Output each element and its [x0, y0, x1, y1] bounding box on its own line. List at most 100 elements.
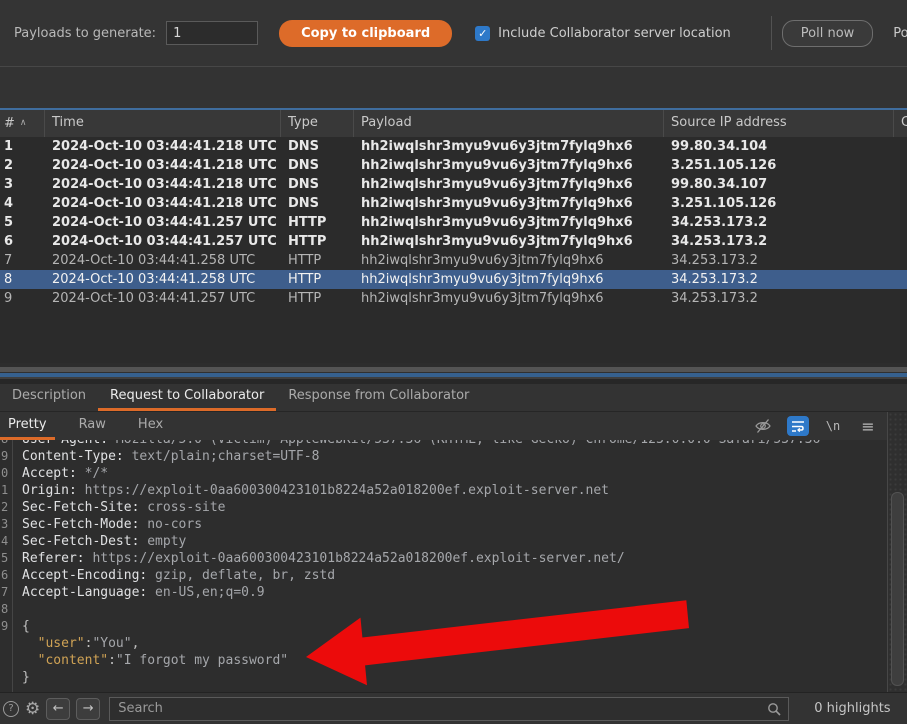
table-row[interactable]: 42024-Oct-10 03:44:41.218 UTCDNShh2iwqls…	[0, 194, 907, 213]
column-header-num[interactable]: #∧	[0, 110, 45, 137]
tab-pretty[interactable]: Pretty	[0, 413, 55, 440]
cell-ip: 99.80.34.104	[664, 137, 894, 156]
line-number: 2	[1, 499, 8, 516]
table-row[interactable]: 72024-Oct-10 03:44:41.258 UTCHTTPhh2iwql…	[0, 251, 907, 270]
editor-search-bar: ? ⚙ ← → 0 highlights	[0, 692, 907, 724]
cell-type: DNS	[281, 156, 354, 175]
cell-payload: hh2iwqlshr3myu9vu6y3jtm7fylq9hx6	[354, 270, 664, 289]
cell-payload: hh2iwqlshr3myu9vu6y3jtm7fylq9hx6	[354, 175, 664, 194]
cell-time: 2024-Oct-10 03:44:41.257 UTC	[45, 289, 281, 308]
include-server-location-checkbox[interactable]: ✓	[475, 26, 490, 41]
cell-num: 6	[0, 232, 45, 251]
scrollbar-thumb[interactable]	[891, 492, 904, 686]
table-row[interactable]: 32024-Oct-10 03:44:41.218 UTCDNShh2iwqls…	[0, 175, 907, 194]
code-line: 1Origin: https://exploit-0aa600300423101…	[0, 482, 887, 499]
cell-type: DNS	[281, 137, 354, 156]
table-row[interactable]: 22024-Oct-10 03:44:41.218 UTCDNShh2iwqls…	[0, 156, 907, 175]
request-editor[interactable]: 8User-Agent: Mozilla/5.0 (Victim) AppleW…	[0, 440, 887, 692]
cell-payload: hh2iwqlshr3myu9vu6y3jtm7fylq9hx6	[354, 156, 664, 175]
cell-num: 9	[0, 289, 45, 308]
line-number: 4	[1, 533, 8, 550]
sort-ascending-icon: ∧	[20, 118, 27, 128]
cell-type: HTTP	[281, 232, 354, 251]
detail-tab-bar: Description Request to Collaborator Resp…	[0, 384, 907, 412]
cell-num: 3	[0, 175, 45, 194]
code-lines: 8User-Agent: Mozilla/5.0 (Victim) AppleW…	[0, 440, 887, 686]
newline-toggle-icon[interactable]: \n	[822, 416, 844, 436]
cell-num: 8	[0, 270, 45, 289]
highlights-count: 0 highlights	[814, 701, 890, 716]
code-line: 5Referer: https://exploit-0aa60030042310…	[0, 550, 887, 567]
next-match-button[interactable]: →	[76, 698, 100, 720]
cell-ip: 34.253.173.2	[664, 232, 894, 251]
cell-ip: 34.253.173.2	[664, 270, 894, 289]
result-rows: 12024-Oct-10 03:44:41.218 UTCDNShh2iwqls…	[0, 137, 907, 308]
code-line: "user":"You",	[0, 635, 887, 652]
collaborator-toolbar: Payloads to generate: Copy to clipboard …	[0, 0, 907, 67]
payloads-to-generate-label: Payloads to generate:	[14, 26, 156, 41]
cell-time: 2024-Oct-10 03:44:41.257 UTC	[45, 232, 281, 251]
cell-time: 2024-Oct-10 03:44:41.218 UTC	[45, 175, 281, 194]
code-line: 0Accept: */*	[0, 465, 887, 482]
line-number: 1	[1, 482, 8, 499]
cell-type: DNS	[281, 175, 354, 194]
table-row[interactable]: 92024-Oct-10 03:44:41.257 UTCHTTPhh2iwql…	[0, 289, 907, 308]
cell-ip: 34.253.173.2	[664, 213, 894, 232]
column-header-time[interactable]: Time	[45, 110, 281, 137]
polling-automatically-label[interactable]: Polling au	[893, 26, 907, 41]
code-line: 8	[0, 601, 887, 618]
tab-response-from-collaborator[interactable]: Response from Collaborator	[276, 384, 481, 411]
previous-match-button[interactable]: ←	[46, 698, 70, 720]
tab-raw[interactable]: Raw	[71, 413, 114, 440]
cell-num: 5	[0, 213, 45, 232]
cell-time: 2024-Oct-10 03:44:41.218 UTC	[45, 194, 281, 213]
line-number: 9	[1, 618, 8, 635]
copy-to-clipboard-button[interactable]: Copy to clipboard	[279, 20, 452, 47]
column-header-payload[interactable]: Payload	[354, 110, 664, 137]
table-row[interactable]: 12024-Oct-10 03:44:41.218 UTCDNShh2iwqls…	[0, 137, 907, 156]
line-number: 3	[1, 516, 8, 533]
cell-ip: 3.251.105.126	[664, 156, 894, 175]
code-line: 8User-Agent: Mozilla/5.0 (Victim) AppleW…	[0, 440, 887, 448]
tab-hex[interactable]: Hex	[130, 413, 171, 440]
line-number: 6	[1, 567, 8, 584]
cell-payload: hh2iwqlshr3myu9vu6y3jtm7fylq9hx6	[354, 251, 664, 270]
code-line: "content":"I forgot my password"	[0, 652, 887, 669]
help-icon[interactable]: ?	[3, 701, 19, 717]
editor-scrollbar[interactable]	[887, 412, 907, 692]
word-wrap-icon[interactable]	[787, 416, 809, 436]
tab-request-to-collaborator[interactable]: Request to Collaborator	[98, 384, 276, 411]
code-line: 9Content-Type: text/plain;charset=UTF-8	[0, 448, 887, 465]
tab-description[interactable]: Description	[0, 384, 98, 411]
cell-type: HTTP	[281, 270, 354, 289]
column-header-source-ip[interactable]: Source IP address	[664, 110, 894, 137]
cell-ip: 3.251.105.126	[664, 194, 894, 213]
hide-nonprintable-icon[interactable]	[752, 416, 774, 436]
code-line: }	[0, 669, 887, 686]
payloads-count-input[interactable]	[166, 21, 258, 45]
editor-menu-icon[interactable]: ≡	[857, 416, 879, 436]
code-line: 9{	[0, 618, 887, 635]
cell-ip: 99.80.34.107	[664, 175, 894, 194]
cell-type: HTTP	[281, 213, 354, 232]
include-server-location-label: Include Collaborator server location	[498, 26, 731, 41]
table-header-row: #∧ Time Type Payload Source IP address C	[0, 110, 907, 137]
table-row[interactable]: 82024-Oct-10 03:44:41.258 UTCHTTPhh2iwql…	[0, 270, 907, 289]
table-row[interactable]: 52024-Oct-10 03:44:41.257 UTCHTTPhh2iwql…	[0, 213, 907, 232]
line-number: 5	[1, 550, 8, 567]
cell-num: 1	[0, 137, 45, 156]
cell-time: 2024-Oct-10 03:44:41.218 UTC	[45, 156, 281, 175]
column-header-comment[interactable]: C	[894, 110, 907, 137]
search-input[interactable]	[109, 697, 789, 721]
cell-num: 7	[0, 251, 45, 270]
cell-type: HTTP	[281, 251, 354, 270]
gear-icon[interactable]: ⚙	[25, 699, 40, 719]
poll-now-button[interactable]: Poll now	[782, 20, 874, 47]
code-line: 3Sec-Fetch-Mode: no-cors	[0, 516, 887, 533]
cell-time: 2024-Oct-10 03:44:41.258 UTC	[45, 251, 281, 270]
cell-payload: hh2iwqlshr3myu9vu6y3jtm7fylq9hx6	[354, 289, 664, 308]
cell-payload: hh2iwqlshr3myu9vu6y3jtm7fylq9hx6	[354, 213, 664, 232]
pane-splitter[interactable]	[0, 363, 907, 384]
table-row[interactable]: 62024-Oct-10 03:44:41.257 UTCHTTPhh2iwql…	[0, 232, 907, 251]
column-header-type[interactable]: Type	[281, 110, 354, 137]
